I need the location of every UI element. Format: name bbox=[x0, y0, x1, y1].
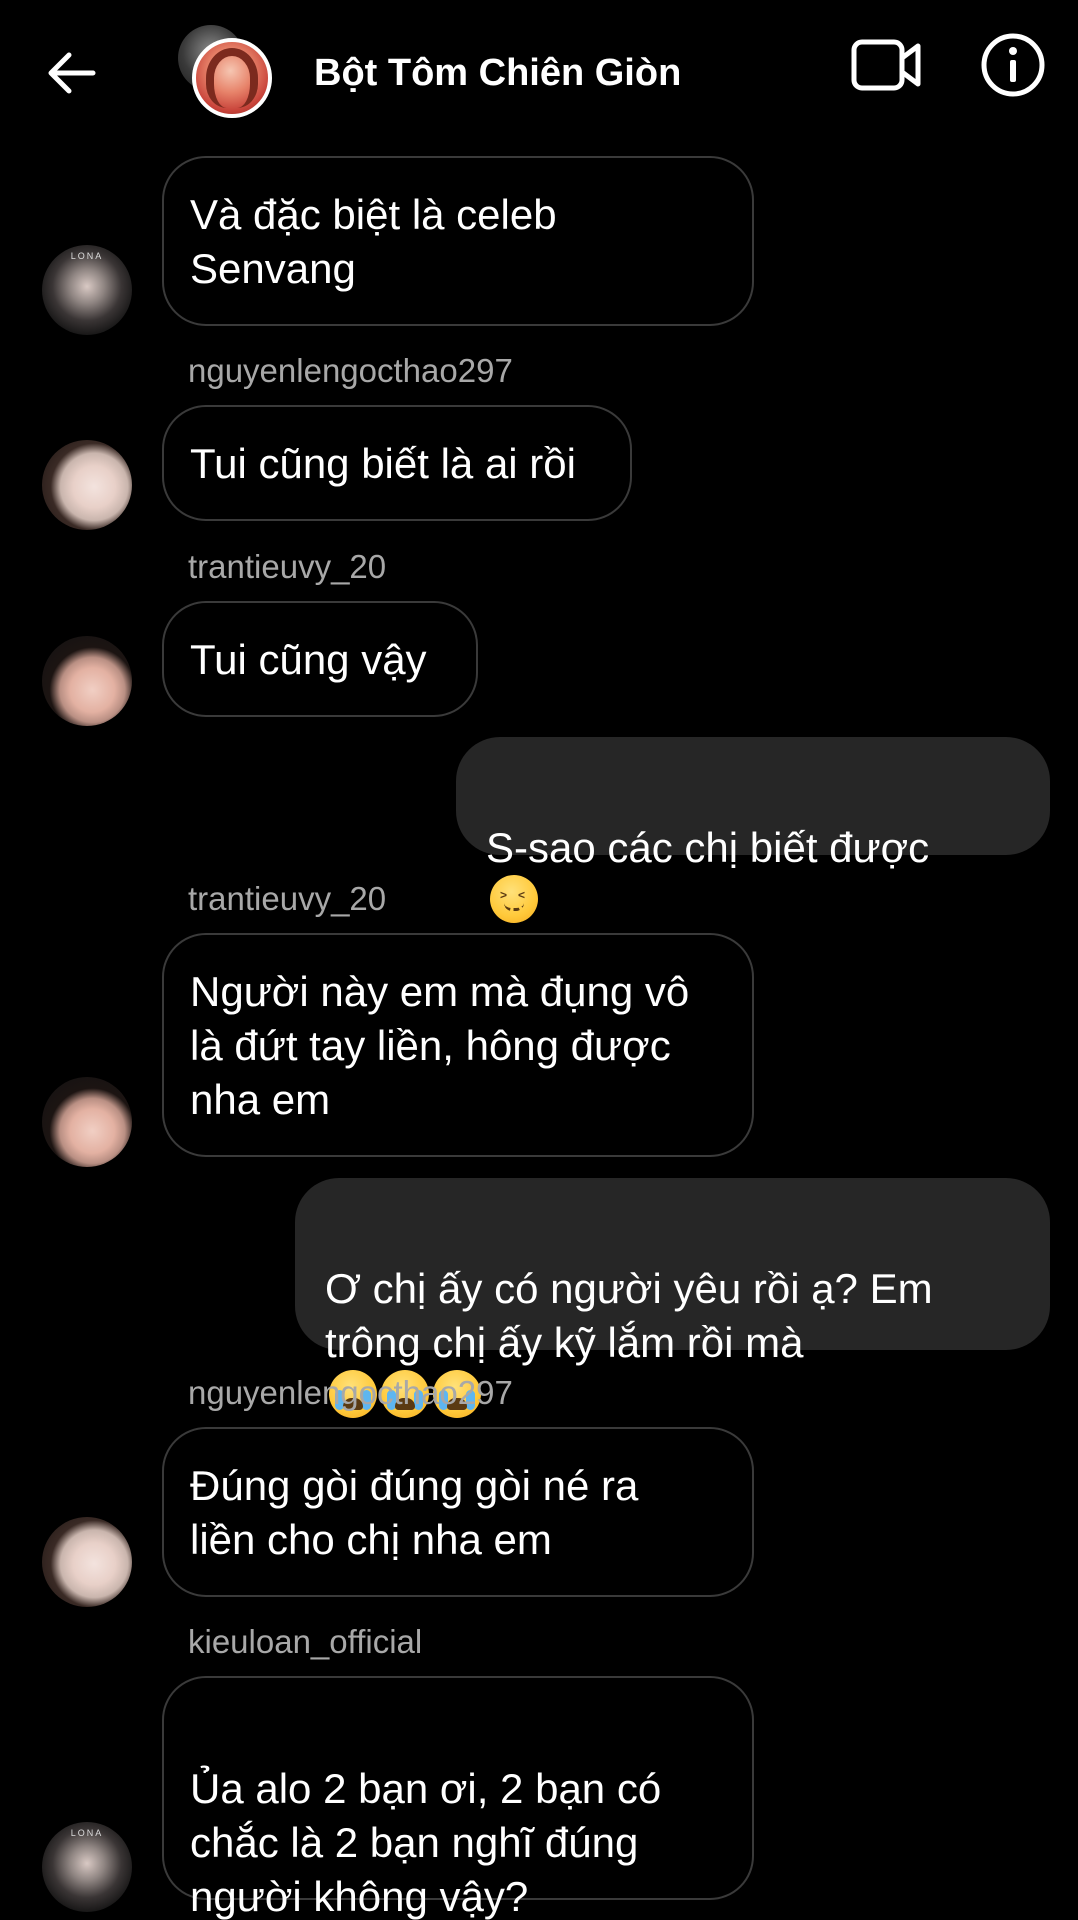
sender-name: trantieuvy_20 bbox=[188, 548, 387, 585]
sender-name: nguyenlengocthao297 bbox=[188, 1374, 513, 1411]
message-bubble-outgoing[interactable]: Ơ chị ấy có người yêu rồi ạ? Em trông ch… bbox=[295, 1178, 1050, 1418]
sender-name: trantieuvy_20 bbox=[188, 880, 387, 917]
message-bubble-outgoing[interactable]: S-sao các chị biết được > < bbox=[456, 737, 1050, 923]
arrow-left-icon bbox=[48, 52, 96, 94]
group-avatar[interactable] bbox=[176, 22, 280, 122]
chat-header: Bột Tôm Chiên Giòn bbox=[0, 0, 1078, 150]
message-bubble-incoming[interactable]: Tui cũng biết là ai rồi bbox=[162, 405, 632, 521]
chat-title[interactable]: Bột Tôm Chiên Giòn bbox=[314, 48, 681, 98]
video-call-icon bbox=[851, 39, 921, 91]
avatar-logo-text: LONA bbox=[70, 1828, 104, 1838]
sender-name: nguyenlengocthao297 bbox=[188, 352, 513, 389]
sender-avatar[interactable] bbox=[42, 1077, 132, 1167]
confounded-face-emoji: > < bbox=[490, 875, 538, 923]
avatar-logo-text: LONA bbox=[70, 251, 104, 261]
sender-name: kieuloan_official bbox=[188, 1623, 423, 1660]
message-text: Ủa alo 2 bạn ơi, 2 bạn có chắc là 2 bạn … bbox=[190, 1765, 662, 1920]
chat-screen: Bột Tôm Chiên Giòn LONA Và đặc biệt là c… bbox=[0, 0, 1078, 1920]
sender-avatar[interactable]: LONA bbox=[42, 1822, 132, 1912]
message-text: S-sao các chị biết được bbox=[486, 824, 930, 871]
sender-avatar[interactable]: LONA bbox=[42, 245, 132, 335]
group-avatar-primary bbox=[192, 38, 272, 118]
sender-avatar[interactable] bbox=[42, 636, 132, 726]
back-button[interactable] bbox=[40, 42, 102, 104]
message-bubble-incoming[interactable]: Và đặc biệt là celeb Senvang bbox=[162, 156, 754, 326]
message-bubble-incoming[interactable]: Đúng gòi đúng gòi né ra liền cho chị nha… bbox=[162, 1427, 754, 1597]
sender-avatar[interactable] bbox=[42, 1517, 132, 1607]
message-bubble-incoming[interactable]: Ủa alo 2 bạn ơi, 2 bạn có chắc là 2 bạn … bbox=[162, 1676, 754, 1920]
info-icon bbox=[981, 33, 1045, 97]
info-button[interactable] bbox=[980, 32, 1046, 98]
message-bubble-incoming[interactable]: Người này em mà đụng vô là đứt tay liền,… bbox=[162, 933, 754, 1157]
message-bubble-incoming[interactable]: Tui cũng vậy bbox=[162, 601, 478, 717]
video-call-button[interactable] bbox=[850, 34, 924, 98]
message-text: Ơ chị ấy có người yêu rồi ạ? Em trông ch… bbox=[325, 1265, 933, 1366]
sender-avatar[interactable] bbox=[42, 440, 132, 530]
